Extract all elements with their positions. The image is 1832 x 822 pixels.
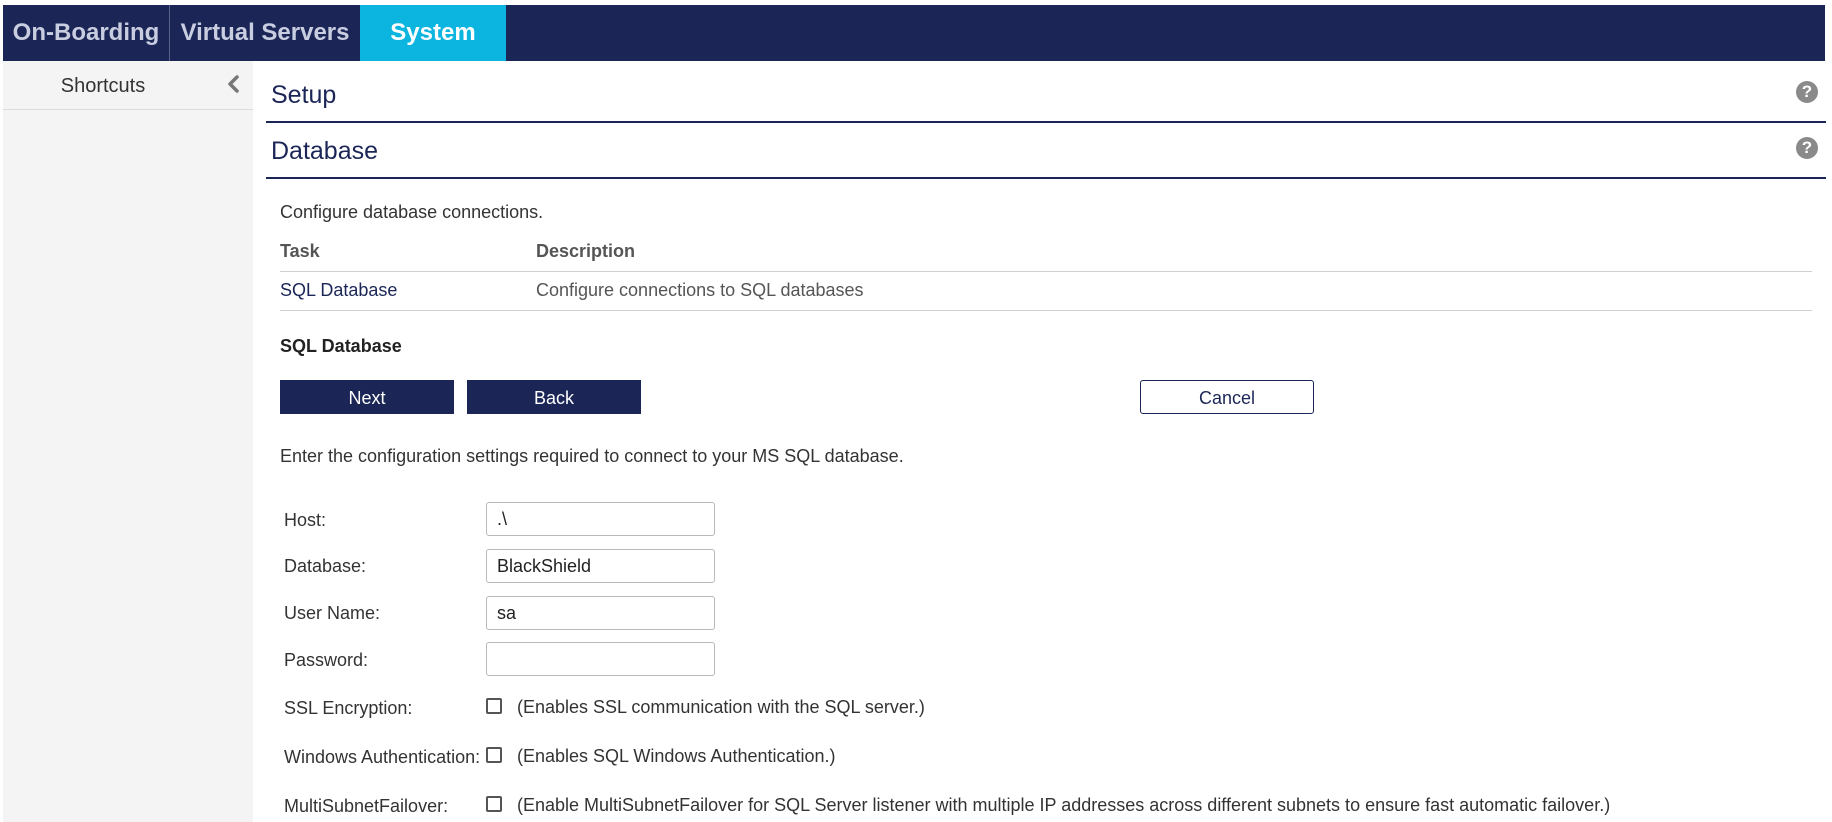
back-button[interactable]: Back — [467, 380, 641, 414]
database-panel-header: Database ? — [266, 125, 1826, 179]
tab-virtual-servers[interactable]: Virtual Servers — [170, 5, 361, 61]
cancel-button[interactable]: Cancel — [1140, 380, 1314, 414]
section-title: SQL Database — [280, 336, 402, 356]
task-link-sql-database[interactable]: SQL Database — [280, 280, 397, 301]
table-divider — [280, 310, 1812, 311]
username-label: User Name: — [284, 603, 381, 623]
username-input[interactable] — [486, 596, 715, 630]
database-input[interactable] — [486, 549, 715, 583]
setup-panel-header: Setup ? — [266, 69, 1826, 123]
windows-authentication-description: (Enables SQL Windows Authentication.) — [517, 746, 836, 766]
database-label: Database: — [284, 556, 367, 576]
chevron-left-icon[interactable] — [223, 73, 245, 95]
tab-on-boarding[interactable]: On-Boarding — [3, 5, 170, 61]
host-label: Host: — [284, 510, 327, 530]
database-title: Database — [271, 137, 379, 165]
column-header-description: Description — [536, 241, 636, 261]
password-label: Password: — [284, 650, 369, 670]
ssl-encryption-label: SSL Encryption: — [284, 698, 413, 718]
multisubnetfailover-description: (Enable MultiSubnetFailover for SQL Serv… — [517, 795, 1611, 815]
sidebar-header: Shortcuts — [3, 61, 253, 110]
password-input[interactable] — [486, 642, 715, 676]
table-divider — [280, 271, 1812, 272]
next-button[interactable]: Next — [280, 380, 454, 414]
setup-title: Setup — [271, 81, 337, 109]
multisubnetfailover-checkbox[interactable] — [486, 796, 502, 812]
sidebar-title: Shortcuts — [60, 75, 146, 97]
help-icon[interactable]: ? — [1796, 137, 1818, 159]
sidebar: Shortcuts — [3, 61, 253, 822]
tab-system[interactable]: System — [360, 5, 506, 61]
column-header-task: Task — [280, 241, 320, 261]
ssl-encryption-checkbox[interactable] — [486, 698, 502, 714]
windows-authentication-label: Windows Authentication: — [284, 747, 481, 767]
windows-authentication-checkbox[interactable] — [486, 747, 502, 763]
help-icon[interactable]: ? — [1796, 81, 1818, 103]
host-input[interactable] — [486, 502, 715, 536]
task-description: Configure connections to SQL databases — [536, 280, 864, 300]
top-navigation-bar: On-Boarding Virtual Servers System — [3, 5, 1825, 61]
intro-text: Configure database connections. — [280, 202, 544, 222]
multisubnetfailover-label: MultiSubnetFailover: — [284, 796, 449, 816]
ssl-encryption-description: (Enables SSL communication with the SQL … — [517, 697, 925, 717]
instructions-text: Enter the configuration settings require… — [280, 446, 904, 466]
